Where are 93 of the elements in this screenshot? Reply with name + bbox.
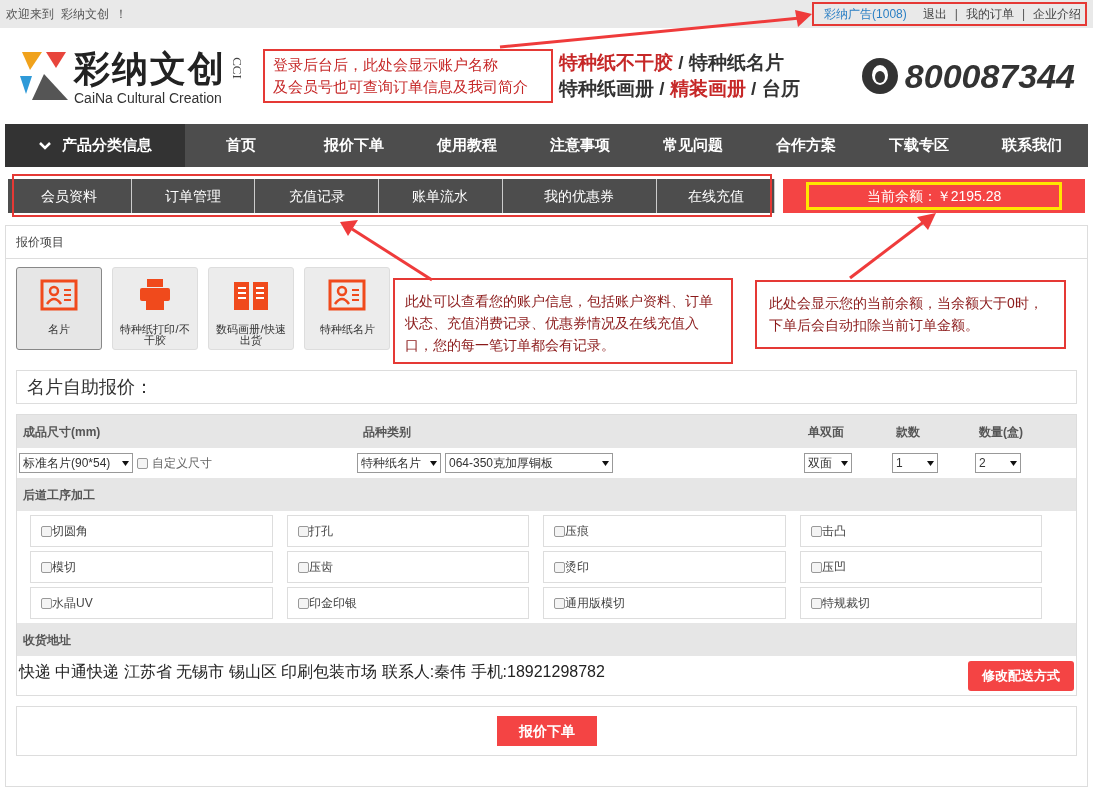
checkbox[interactable] — [810, 561, 822, 573]
chat-icon — [860, 57, 899, 95]
checkbox[interactable] — [554, 597, 565, 609]
logo-mark: CCI — [229, 56, 246, 81]
address-text: 快递 中通快递 江苏省 无锡市 锡山区 印刷包装市场 联系人:秦伟 手机:18921298782 — [19, 662, 605, 682]
account-tab[interactable]: 订单管理 — [131, 179, 256, 213]
nav-item[interactable]: 下载专区 — [862, 124, 976, 167]
checkbox-label: 烫印 — [565, 559, 589, 576]
annotation-text: 及会员号也可查询订单信息及我司简介 — [273, 77, 529, 97]
logo-name: 彩纳文创 — [74, 46, 226, 90]
slogan-text: 精装画册 — [669, 77, 746, 101]
column-header: 数量(盒) — [978, 423, 1024, 441]
sides-select[interactable]: 双面 — [804, 453, 852, 473]
checkbox-label: 通用版模切 — [565, 595, 625, 612]
checkbox[interactable] — [554, 525, 565, 537]
phone-number: 800087344 — [904, 55, 1075, 97]
checkbox-label: 压凹 — [821, 559, 846, 576]
quote-title: 名片自助报价： — [27, 375, 153, 399]
top-link[interactable]: 我的订单 — [965, 5, 1014, 23]
checkbox-label: 切圆角 — [52, 523, 88, 540]
checkbox[interactable] — [41, 561, 52, 573]
checkbox-label: 打孔 — [308, 523, 333, 540]
checkbox-label: 水晶UV — [52, 595, 93, 612]
slogan-text: / 特种纸名片 — [677, 51, 784, 75]
annotation-text: 此处会显示您的当前余额，当余额大于0时，下单后会自动扣除当前订单金额。 — [769, 294, 1044, 335]
caret-icon — [927, 460, 934, 466]
checkbox-label: 击凸 — [821, 523, 846, 540]
caret-icon — [122, 460, 129, 466]
nav-item[interactable]: 常见问题 — [636, 124, 750, 167]
ad-link[interactable]: 彩纳广告(1008) — [824, 5, 907, 23]
slogan-text: / 台历 — [750, 77, 800, 101]
welcome-text: 欢迎来到 彩纳文创 ！ — [6, 6, 128, 23]
checkbox-label: 模切 — [52, 559, 76, 576]
product-tile[interactable]: 名片 — [16, 267, 102, 350]
product-tile[interactable]: 特种纸名片 — [304, 267, 390, 350]
section-label: 后道工序加工 — [23, 486, 95, 504]
account-tab[interactable]: 账单流水 — [379, 179, 503, 213]
balance-text: 当前余额：￥2195.28 — [806, 182, 1062, 210]
column-header: 成品尺寸(mm) — [22, 423, 102, 441]
nav-item[interactable]: 联系我们 — [975, 124, 1088, 167]
checkbox[interactable] — [41, 525, 52, 537]
caret-icon — [1010, 460, 1017, 466]
slogan-text: / — [658, 77, 666, 101]
annotation-text: 登录后台后，此处会显示账户名称 — [273, 55, 499, 75]
account-tab[interactable]: 我的优惠券 — [502, 179, 658, 213]
column-header: 款数 — [895, 423, 921, 441]
column-header: 品种类别 — [362, 423, 412, 441]
caret-icon — [841, 460, 848, 466]
nav-item[interactable]: 合作方案 — [749, 124, 863, 167]
paper-select[interactable]: 064-350克加厚铜板 — [445, 453, 613, 473]
nav-item[interactable]: 注意事项 — [523, 124, 637, 167]
account-tab[interactable]: 在线充值 — [657, 179, 775, 213]
size-select[interactable]: 标准名片(90*54) — [19, 453, 133, 473]
nav-item[interactable]: 使用教程 — [410, 124, 524, 167]
checkbox[interactable] — [297, 561, 309, 573]
top-link[interactable]: 退出 — [922, 5, 947, 23]
product-tile[interactable]: 特种纸打印/不干胶 — [112, 267, 198, 350]
annotation-text: 此处可以查看您的账户信息，包括账户资料、订单状态、充值消费记录、优惠券情况及在线充值入口，您的每一笔订单都会有记录。 — [405, 292, 714, 355]
checkbox-label: 特规裁切 — [821, 595, 870, 612]
checkbox-label: 自定义尺寸 — [152, 455, 212, 472]
nav-item[interactable]: 首页 — [184, 124, 298, 167]
checkbox[interactable] — [810, 597, 822, 609]
quantity-select[interactable]: 2 — [975, 453, 1021, 473]
checkbox[interactable] — [137, 457, 148, 469]
top-link[interactable]: 企业介绍 — [1033, 5, 1081, 23]
section-label: 收货地址 — [23, 631, 71, 649]
count-select[interactable]: 1 — [892, 453, 938, 473]
caret-icon — [602, 460, 609, 466]
account-tab[interactable]: 充值记录 — [255, 179, 379, 213]
checkbox[interactable] — [297, 597, 309, 609]
slogan-text: 特种纸不干胶 — [559, 51, 673, 75]
nav-item[interactable]: 产品分类信息 — [5, 124, 185, 167]
checkbox[interactable] — [41, 597, 52, 609]
caret-icon — [430, 460, 437, 466]
checkbox[interactable] — [297, 525, 309, 537]
section-title: 报价项目 — [16, 234, 64, 251]
type-select[interactable]: 特种纸名片 — [357, 453, 441, 473]
submit-quote-button[interactable]: 报价下单 — [496, 716, 597, 746]
chevron-icon — [37, 140, 52, 151]
column-header: 单双面 — [807, 423, 845, 441]
logo-subtitle: CaiNa Cultural Creation — [74, 90, 223, 106]
account-tab[interactable]: 会员资料 — [8, 179, 132, 213]
change-shipping-button[interactable]: 修改配送方式 — [968, 661, 1074, 691]
product-tile[interactable]: 数码画册/快速出货 — [208, 267, 294, 350]
checkbox-label: 压齿 — [308, 559, 333, 576]
separator-text: | — [1021, 6, 1025, 23]
separator-text: | — [954, 6, 958, 23]
checkbox-label: 压痕 — [565, 523, 589, 540]
checkbox-label: 印金印银 — [308, 595, 357, 612]
nav-item[interactable]: 报价下单 — [297, 124, 411, 167]
slogan-text: 特种纸画册 — [559, 77, 654, 101]
checkbox[interactable] — [554, 561, 565, 573]
checkbox[interactable] — [810, 525, 822, 537]
